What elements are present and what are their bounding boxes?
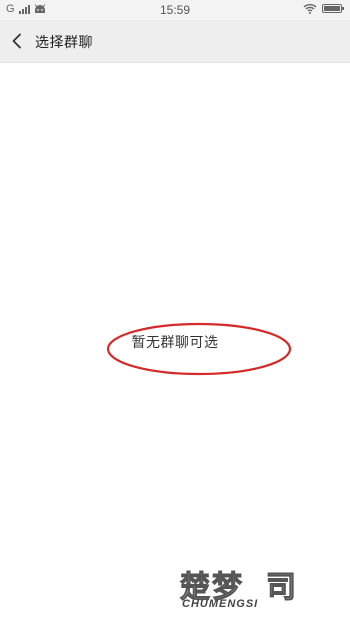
battery-fill xyxy=(324,6,340,11)
nav-bar: 选择群聊 xyxy=(0,20,350,63)
wifi-icon xyxy=(303,4,317,14)
group-list-area: 暂无群聊可选 xyxy=(0,63,350,621)
status-right xyxy=(303,3,344,14)
status-bar: G 15:59 xyxy=(0,0,350,20)
status-time: 15:59 xyxy=(159,3,191,17)
battery-icon xyxy=(322,4,344,13)
empty-state-message: 暂无群聊可选 xyxy=(131,335,219,351)
chevron-left-icon xyxy=(12,33,21,49)
back-button[interactable] xyxy=(4,28,30,54)
page-title: 选择群聊 xyxy=(35,35,93,51)
